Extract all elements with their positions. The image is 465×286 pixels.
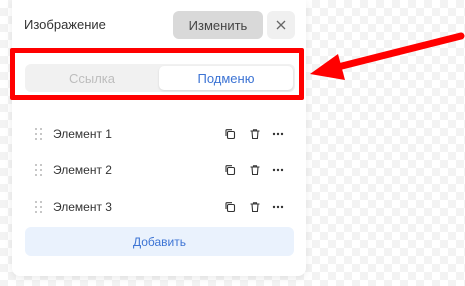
trash-icon[interactable] bbox=[247, 199, 263, 215]
trash-icon[interactable] bbox=[247, 162, 263, 178]
drag-handle-icon[interactable] bbox=[35, 164, 43, 176]
item-label: Элемент 1 bbox=[53, 127, 112, 141]
copy-icon[interactable] bbox=[222, 126, 238, 142]
highlight-box bbox=[10, 48, 304, 100]
copy-icon[interactable] bbox=[222, 199, 238, 215]
image-label: Изображение bbox=[24, 17, 106, 32]
more-icon[interactable] bbox=[270, 126, 286, 142]
change-button[interactable]: Изменить bbox=[173, 11, 263, 39]
close-button[interactable] bbox=[267, 11, 295, 39]
add-button[interactable]: Добавить bbox=[25, 227, 294, 256]
list-item: Элемент 1 bbox=[25, 122, 295, 146]
more-icon[interactable] bbox=[270, 199, 286, 215]
trash-icon[interactable] bbox=[247, 126, 263, 142]
settings-panel: Изображение Изменить Ссылка Подменю Элем… bbox=[12, 0, 306, 276]
drag-handle-icon[interactable] bbox=[35, 128, 43, 140]
arrow-icon bbox=[310, 32, 465, 80]
item-label: Элемент 3 bbox=[53, 200, 112, 214]
list-item: Элемент 3 bbox=[25, 195, 295, 219]
close-icon bbox=[276, 20, 286, 30]
item-label: Элемент 2 bbox=[53, 163, 112, 177]
drag-handle-icon[interactable] bbox=[35, 201, 43, 213]
copy-icon[interactable] bbox=[222, 162, 238, 178]
more-icon[interactable] bbox=[270, 162, 286, 178]
list-item: Элемент 2 bbox=[25, 158, 295, 182]
